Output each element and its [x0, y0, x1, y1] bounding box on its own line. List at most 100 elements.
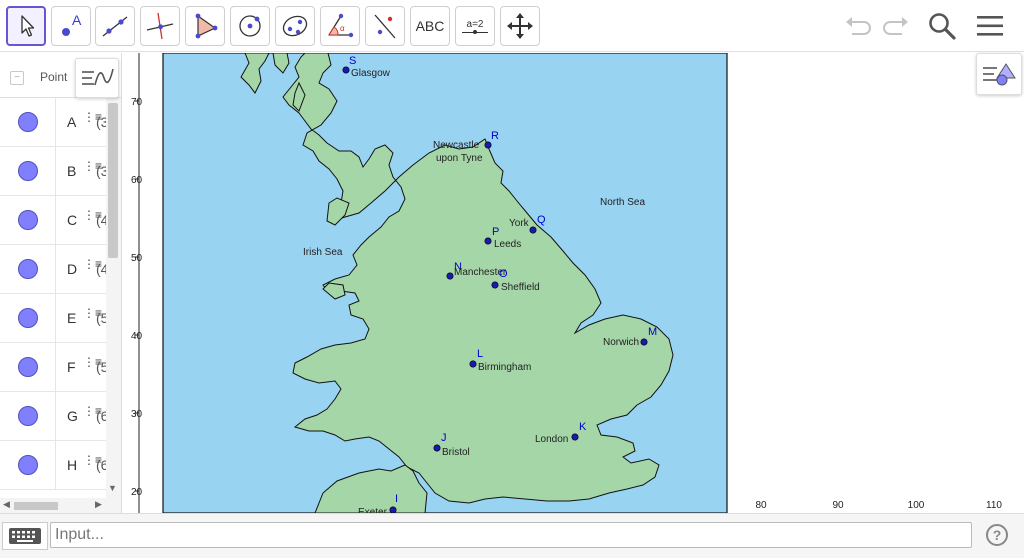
visibility-toggle[interactable]: [0, 98, 56, 147]
point-visibility-dot[interactable]: [18, 357, 38, 377]
point-name: B: [67, 163, 77, 179]
algebra-row-e[interactable]: E⋮≡(5: [0, 294, 106, 343]
point-k[interactable]: [571, 433, 579, 441]
cursor-arrow-icon: [21, 15, 35, 37]
algebra-row-f[interactable]: F⋮≡(5: [0, 343, 106, 392]
algebra-row-d[interactable]: D⋮≡(4: [0, 245, 106, 294]
point-p[interactable]: [484, 237, 492, 245]
keyboard-toggle-button[interactable]: [2, 522, 48, 550]
visibility-toggle[interactable]: [0, 147, 56, 196]
collapse-toggle[interactable]: −: [10, 71, 24, 85]
y-tick-label: 70: [131, 97, 143, 108]
point-value: (4: [96, 261, 106, 277]
visibility-toggle[interactable]: [0, 441, 56, 490]
algebra-input-field[interactable]: [50, 522, 972, 548]
search-button[interactable]: [924, 8, 960, 44]
line-through-two-points-icon: [102, 16, 128, 37]
redo-button[interactable]: [878, 8, 914, 44]
point-visibility-dot[interactable]: [18, 112, 38, 132]
city-label: Bristol: [442, 447, 470, 458]
algebra-row-c[interactable]: C⋮≡(4: [0, 196, 106, 245]
city-label: Sheffield: [501, 282, 540, 293]
algebra-row-h[interactable]: H⋮≡(6: [0, 441, 106, 490]
algebra-row-a[interactable]: A⋮≡(3: [0, 98, 106, 147]
algebra-view: − Point A⋮≡(3B⋮≡(3C⋮≡(4D⋮≡(4E⋮≡(5F⋮≡(5G⋮…: [0, 53, 122, 513]
point-m[interactable]: [640, 338, 648, 346]
point-l[interactable]: [469, 360, 477, 368]
point-name: D: [67, 261, 78, 277]
point-name: F: [67, 359, 76, 375]
help-button[interactable]: ?: [986, 524, 1008, 546]
point-visibility-dot[interactable]: [18, 308, 38, 328]
algebra-row-b[interactable]: B⋮≡(3: [0, 147, 106, 196]
x-tick-label: 80: [755, 500, 767, 511]
point-label: I: [395, 493, 398, 505]
y-tick-label: 40: [131, 331, 143, 342]
circle-center-point-icon: [239, 15, 261, 37]
scroll-right-arrow-icon[interactable]: ▶: [95, 499, 102, 510]
point-name: A: [67, 114, 77, 130]
slider-tool-button[interactable]: a=2: [455, 6, 495, 46]
undo-button[interactable]: [840, 8, 876, 44]
point-label: R: [491, 130, 499, 142]
point-tool-button[interactable]: A: [51, 6, 91, 46]
ellipse-icon: [282, 15, 308, 37]
point-visibility-dot[interactable]: [18, 259, 38, 279]
point-s[interactable]: [342, 66, 350, 74]
point-label: L: [477, 348, 483, 360]
text-tool-button[interactable]: ABC: [410, 6, 450, 46]
point-visibility-dot[interactable]: [18, 455, 38, 475]
toolbar: A α ABC a=2: [0, 0, 1024, 52]
perpendicular-tool-button[interactable]: [140, 6, 180, 46]
reflect-tool-button[interactable]: [365, 6, 405, 46]
y-tick-label: 30: [131, 409, 143, 420]
point-o[interactable]: [491, 281, 499, 289]
algebra-scroll-thumb[interactable]: [108, 103, 118, 258]
city-label: Glasgow: [351, 68, 391, 79]
x-tick-label: 110: [986, 500, 1002, 511]
algebra-hscroll-thumb[interactable]: [14, 502, 58, 510]
city-label: York: [509, 218, 530, 229]
move-tool-button[interactable]: [6, 6, 46, 46]
angle-tool-button[interactable]: α: [320, 6, 360, 46]
visibility-toggle[interactable]: [0, 294, 56, 343]
hamburger-menu-icon: [977, 16, 1003, 36]
line-tool-button[interactable]: [95, 6, 135, 46]
point-q[interactable]: [529, 226, 537, 234]
point-label: K: [579, 421, 587, 433]
point-label: P: [492, 226, 499, 238]
scroll-left-arrow-icon[interactable]: ◀: [3, 499, 10, 510]
search-icon: [929, 13, 956, 40]
point-label: S: [349, 55, 356, 67]
polygon-tool-button[interactable]: [185, 6, 225, 46]
visibility-toggle[interactable]: [0, 343, 56, 392]
visibility-toggle[interactable]: [0, 392, 56, 441]
visibility-toggle[interactable]: [0, 245, 56, 294]
graphics-view[interactable]: 70 60 50 40 30 20 80 90 100 110 North Sea Irish …: [123, 53, 1024, 513]
angle-icon: α: [328, 13, 354, 38]
point-n[interactable]: [446, 272, 454, 280]
point-r[interactable]: [484, 141, 492, 149]
svg-text:α: α: [340, 24, 345, 33]
point-value: (3: [96, 114, 106, 130]
point-visibility-dot[interactable]: [18, 210, 38, 230]
algebra-style-button[interactable]: [75, 58, 119, 98]
point-j[interactable]: [433, 444, 441, 452]
visibility-toggle[interactable]: [0, 196, 56, 245]
circle-tool-button[interactable]: [230, 6, 270, 46]
y-tick-label: 60: [131, 175, 143, 186]
slider-tool-label: a=2: [466, 19, 484, 30]
y-axis-ticks: 70 60 50 40 30 20: [131, 97, 143, 498]
scroll-down-arrow-icon[interactable]: ▼: [108, 483, 117, 493]
graphics-style-button[interactable]: [976, 53, 1022, 95]
move-graphics-view-icon: [507, 13, 533, 39]
point-value: (3: [96, 163, 106, 179]
city-label: Birmingham: [478, 362, 531, 373]
point-value: (6: [96, 408, 106, 424]
main-menu-button[interactable]: [972, 8, 1008, 44]
ellipse-tool-button[interactable]: [275, 6, 315, 46]
move-graphics-tool-button[interactable]: [500, 6, 540, 46]
point-visibility-dot[interactable]: [18, 161, 38, 181]
algebra-row-g[interactable]: G⋮≡(6: [0, 392, 106, 441]
point-visibility-dot[interactable]: [18, 406, 38, 426]
